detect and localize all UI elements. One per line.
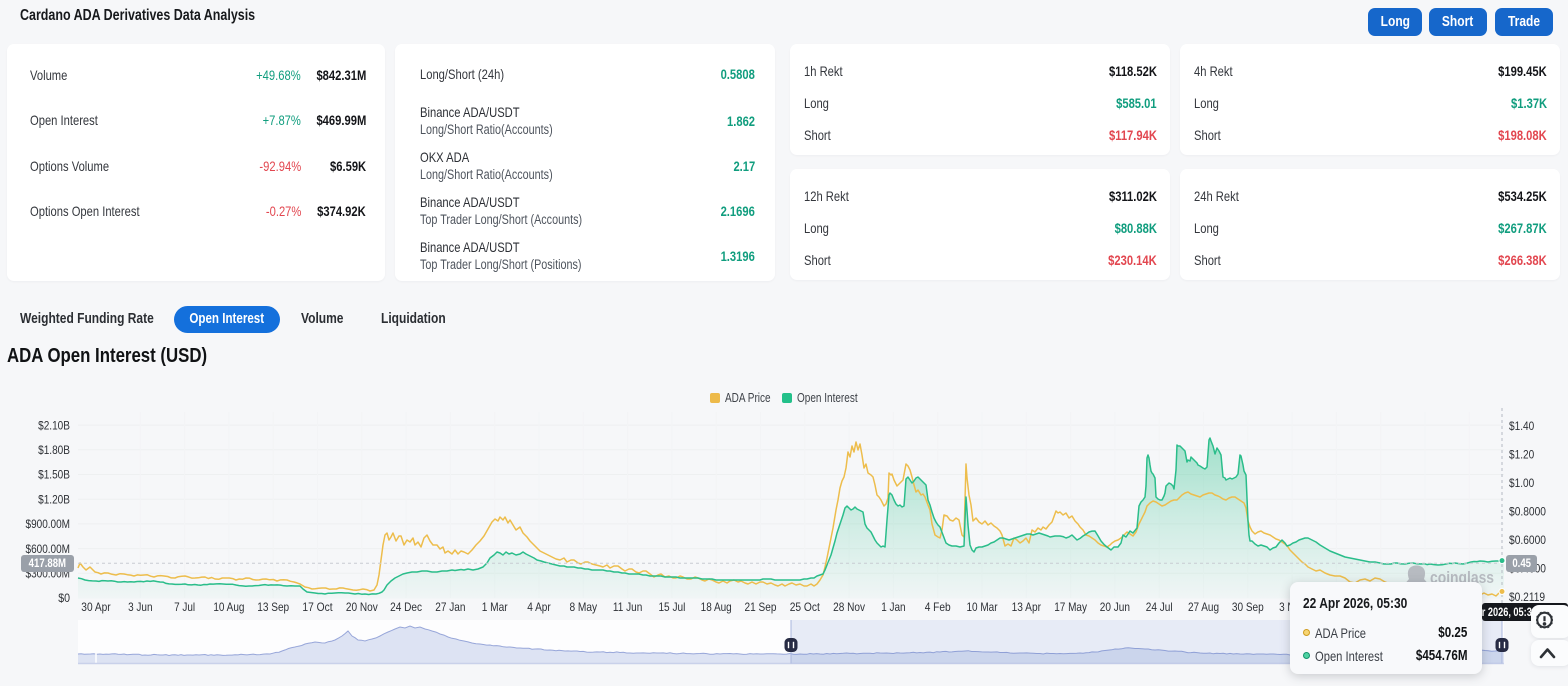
svg-text:$0.8000: $0.8000 bbox=[1509, 505, 1546, 519]
svg-text:$2.10B: $2.10B bbox=[38, 418, 70, 432]
svg-text:18 Aug: 18 Aug bbox=[701, 600, 732, 614]
svg-text:3 Jun: 3 Jun bbox=[128, 600, 152, 614]
svg-text:8 May: 8 May bbox=[569, 600, 597, 614]
svg-text:$1.50B: $1.50B bbox=[38, 468, 70, 482]
svg-text:4 Feb: 4 Feb bbox=[925, 600, 951, 614]
svg-text:21 Sep: 21 Sep bbox=[745, 600, 777, 614]
svg-text:13 Sep: 13 Sep bbox=[257, 600, 289, 614]
svg-text:$1.00: $1.00 bbox=[1509, 476, 1534, 490]
svg-text:15 Jul: 15 Jul bbox=[658, 600, 685, 614]
svg-text:17 Oct: 17 Oct bbox=[302, 600, 333, 614]
svg-text:20 Jun: 20 Jun bbox=[1100, 600, 1130, 614]
svg-text:$900.00M: $900.00M bbox=[26, 517, 71, 531]
svg-text:30 Sep: 30 Sep bbox=[1232, 600, 1264, 614]
svg-text:$1.80B: $1.80B bbox=[38, 443, 70, 457]
svg-text:10 Aug: 10 Aug bbox=[213, 600, 244, 614]
svg-text:20 Nov: 20 Nov bbox=[346, 600, 378, 614]
svg-text:4 Apr: 4 Apr bbox=[527, 600, 551, 614]
svg-text:$1.20B: $1.20B bbox=[38, 492, 70, 506]
svg-text:25 Oct: 25 Oct bbox=[790, 600, 821, 614]
svg-text:1 Jan: 1 Jan bbox=[881, 600, 905, 614]
svg-text:11 Jun: 11 Jun bbox=[613, 600, 642, 614]
svg-text:13 Apr: 13 Apr bbox=[1012, 600, 1041, 614]
svg-text:$0.6000: $0.6000 bbox=[1509, 533, 1546, 547]
svg-text:17 May: 17 May bbox=[1054, 600, 1087, 614]
svg-text:$600.00M: $600.00M bbox=[26, 542, 71, 556]
svg-text:24 Dec: 24 Dec bbox=[390, 600, 422, 614]
svg-text:27 Jan: 27 Jan bbox=[435, 600, 465, 614]
svg-text:1 Mar: 1 Mar bbox=[482, 600, 508, 614]
svg-text:$0: $0 bbox=[58, 591, 70, 605]
svg-text:$1.20: $1.20 bbox=[1509, 448, 1534, 462]
svg-text:24 Jul: 24 Jul bbox=[1146, 600, 1173, 614]
svg-text:30 Apr: 30 Apr bbox=[81, 600, 110, 614]
svg-text:10 Mar: 10 Mar bbox=[966, 600, 997, 614]
svg-text:7 Jul: 7 Jul bbox=[174, 600, 195, 614]
svg-text:$1.40: $1.40 bbox=[1509, 419, 1534, 433]
svg-text:27 Aug: 27 Aug bbox=[1188, 600, 1219, 614]
svg-text:28 Nov: 28 Nov bbox=[833, 600, 865, 614]
